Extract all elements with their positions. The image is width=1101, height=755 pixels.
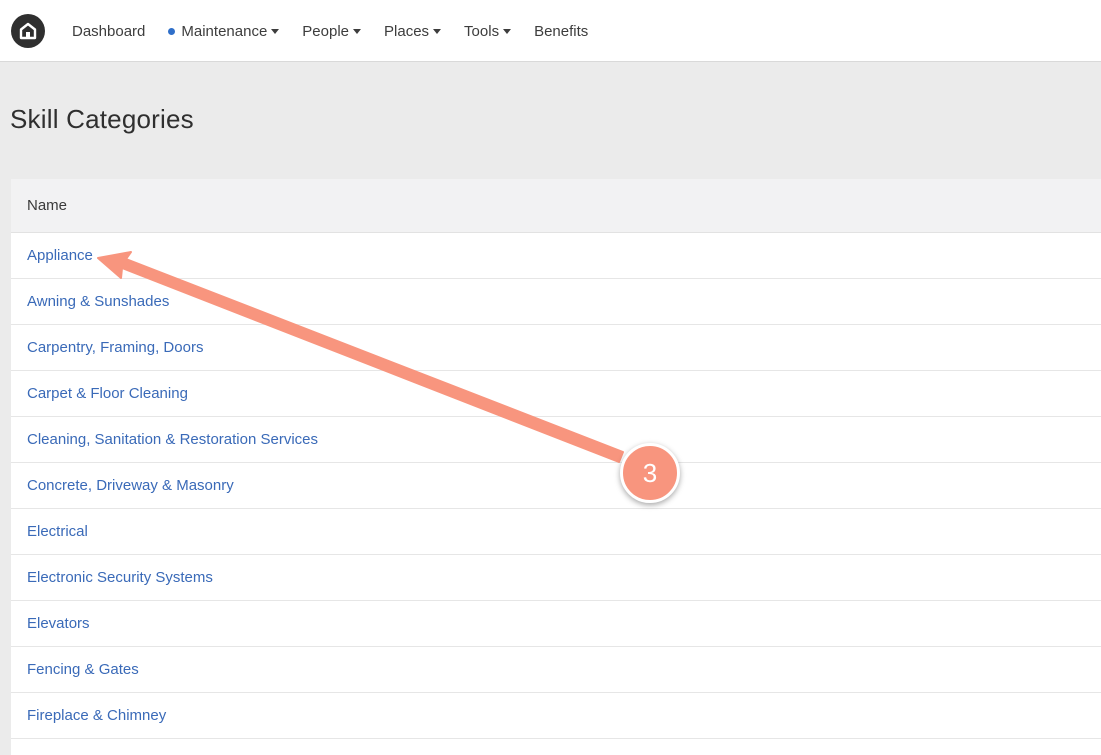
category-link[interactable]: Elevators [27, 615, 90, 632]
table-row: Appliance [11, 233, 1101, 279]
category-link[interactable]: Appliance [27, 247, 93, 264]
category-link[interactable]: Awning & Sunshades [27, 293, 169, 310]
table-row: Elevators [11, 601, 1101, 647]
nav-item-maintenance[interactable]: Maintenance [168, 22, 280, 40]
table-row: Carpet & Floor Cleaning [11, 371, 1101, 417]
column-header-name[interactable]: Name [11, 179, 1101, 233]
nav-item-people[interactable]: People [302, 22, 362, 40]
category-link[interactable]: Cleaning, Sanitation & Restoration Servi… [27, 431, 318, 448]
table-row: Carpentry, Framing, Doors [11, 325, 1101, 371]
nav-label: Places [384, 22, 430, 40]
table-row: Fireplace & Chimney [11, 693, 1101, 739]
table-row: Awning & Sunshades [11, 279, 1101, 325]
caret-down-icon [433, 29, 442, 34]
nav-label: Maintenance [181, 22, 268, 40]
category-link[interactable]: Carpet & Floor Cleaning [27, 385, 188, 402]
top-navbar: Dashboard Maintenance People Places Tool… [0, 0, 1101, 62]
caret-down-icon [503, 29, 512, 34]
nav-label: Tools [464, 22, 500, 40]
nav-item-places[interactable]: Places [384, 22, 442, 40]
category-link[interactable]: Concrete, Driveway & Masonry [27, 477, 234, 494]
category-link[interactable]: Fireplace & Chimney [27, 707, 166, 724]
nav-label: Benefits [534, 22, 589, 40]
nav-label: Dashboard [72, 22, 146, 40]
table-row: Cleaning, Sanitation & Restoration Servi… [11, 417, 1101, 463]
nav-item-tools[interactable]: Tools [464, 22, 512, 40]
home-icon [19, 22, 37, 40]
table-row: Fencing & Gates [11, 647, 1101, 693]
nav-menu: Dashboard Maintenance People Places Tool… [72, 0, 611, 62]
caret-down-icon [271, 29, 280, 34]
step-number: 3 [642, 457, 658, 488]
category-link[interactable]: Fencing & Gates [27, 661, 139, 678]
home-logo-button[interactable] [11, 14, 45, 48]
skill-categories-table: Name Appliance Awning & Sunshades Carpen… [11, 179, 1101, 755]
caret-down-icon [353, 29, 362, 34]
page-title: Skill Categories [10, 104, 194, 134]
category-link[interactable]: Electrical [27, 523, 88, 540]
table-row: Concrete, Driveway & Masonry [11, 463, 1101, 509]
table-row: Electrical [11, 509, 1101, 555]
nav-item-dashboard[interactable]: Dashboard [72, 23, 145, 40]
nav-label: People [302, 22, 350, 40]
table-row: Electronic Security Systems [11, 555, 1101, 601]
active-dot-icon [168, 27, 176, 35]
nav-item-benefits[interactable]: Benefits [534, 23, 588, 40]
category-link[interactable]: Carpentry, Framing, Doors [27, 339, 203, 356]
category-link[interactable]: Electronic Security Systems [27, 569, 213, 586]
step-number-badge: 3 [620, 443, 680, 503]
